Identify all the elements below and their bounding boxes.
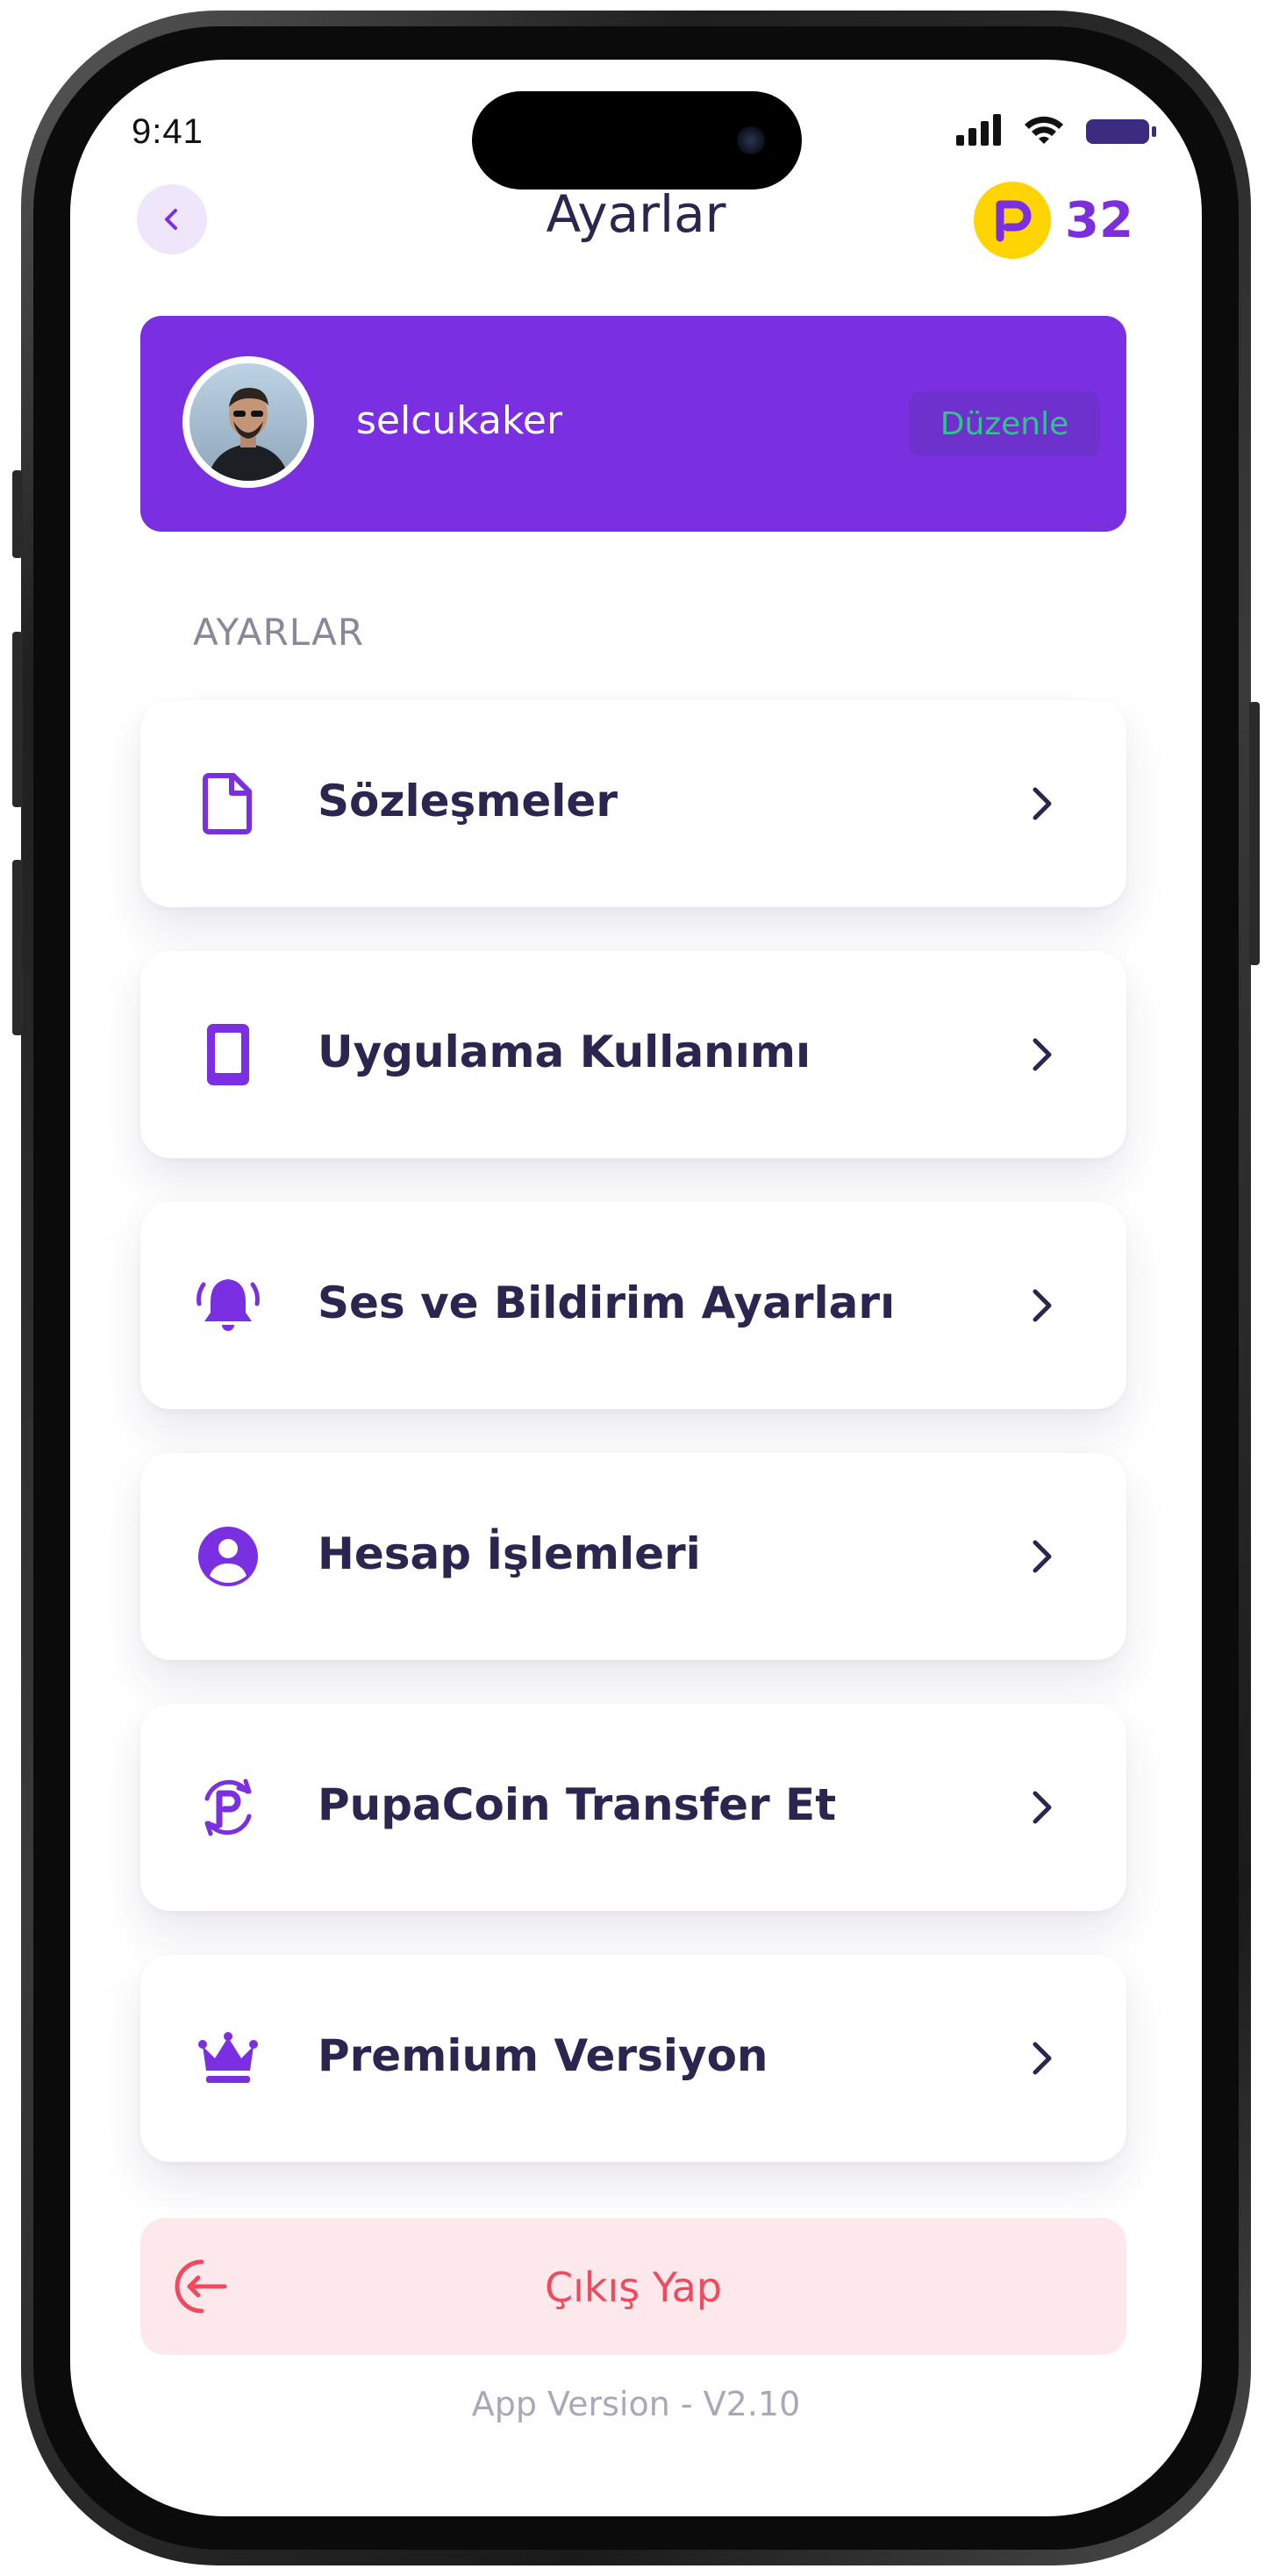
- menu-item-sozlesmeler[interactable]: Sözleşmeler: [140, 700, 1126, 907]
- chevron-right-icon: [1018, 1532, 1067, 1581]
- crown-icon: [193, 2023, 263, 2093]
- menu-item-pupacoin-transfer[interactable]: PupaCoin Transfer Et: [140, 1704, 1126, 1911]
- wifi-icon: [1025, 116, 1063, 144]
- edit-profile-button[interactable]: Düzenle: [909, 391, 1100, 456]
- chevron-right-icon: [1018, 779, 1067, 828]
- front-camera: [737, 126, 765, 154]
- mute-switch: [12, 470, 23, 558]
- logout-label: Çıkış Yap: [544, 2264, 723, 2311]
- coin-balance[interactable]: 32: [974, 181, 1133, 260]
- battery-icon: [1086, 119, 1156, 144]
- app-version: App Version - V2.10: [471, 2385, 801, 2423]
- chevron-right-icon: [1018, 2034, 1067, 2083]
- chevron-right-icon: [1018, 1281, 1067, 1330]
- profile-card[interactable]: selcukaker Düzenle: [140, 316, 1126, 532]
- app-screen: 9:41 Ayarlar 32 selcukaker Düzenle AYARL…: [70, 60, 1202, 2516]
- menu-item-label: PupaCoin Transfer Et: [318, 1779, 837, 1830]
- bell-icon: [193, 1270, 263, 1341]
- phone-icon: [193, 1020, 263, 1090]
- coin-transfer-icon: [193, 1772, 263, 1843]
- document-icon: [193, 769, 263, 839]
- dynamic-island: [472, 91, 802, 190]
- menu-item-label: Hesap İşlemleri: [318, 1528, 701, 1579]
- pupacoin-icon: [974, 182, 1051, 259]
- menu-item-ses-bildirim[interactable]: Ses ve Bildirim Ayarları: [140, 1202, 1126, 1409]
- cellular-signal-icon: [956, 114, 1001, 146]
- menu-item-uygulama-kullanimi[interactable]: Uygulama Kullanımı: [140, 951, 1126, 1158]
- section-label: AYARLAR: [193, 611, 365, 654]
- username: selcukaker: [356, 398, 563, 443]
- menu-item-label: Uygulama Kullanımı: [318, 1027, 811, 1077]
- menu-item-label: Sözleşmeler: [318, 776, 618, 826]
- menu-item-label: Premium Versiyon: [318, 2030, 768, 2081]
- menu-item-premium[interactable]: Premium Versiyon: [140, 1955, 1126, 2162]
- volume-down-button: [12, 860, 23, 1035]
- menu-item-hesap-islemleri[interactable]: Hesap İşlemleri: [140, 1453, 1126, 1660]
- status-icons: [956, 111, 1167, 149]
- chevron-right-icon: [1018, 1030, 1067, 1079]
- account-icon: [193, 1521, 263, 1592]
- logout-button[interactable]: Çıkış Yap: [140, 2218, 1126, 2355]
- chevron-right-icon: [1018, 1783, 1067, 1832]
- volume-up-button: [12, 632, 23, 807]
- coin-count: 32: [1065, 191, 1133, 249]
- status-time: 9:41: [132, 112, 204, 151]
- avatar: [182, 356, 314, 488]
- power-button: [1249, 702, 1260, 965]
- menu-item-label: Ses ve Bildirim Ayarları: [318, 1277, 896, 1328]
